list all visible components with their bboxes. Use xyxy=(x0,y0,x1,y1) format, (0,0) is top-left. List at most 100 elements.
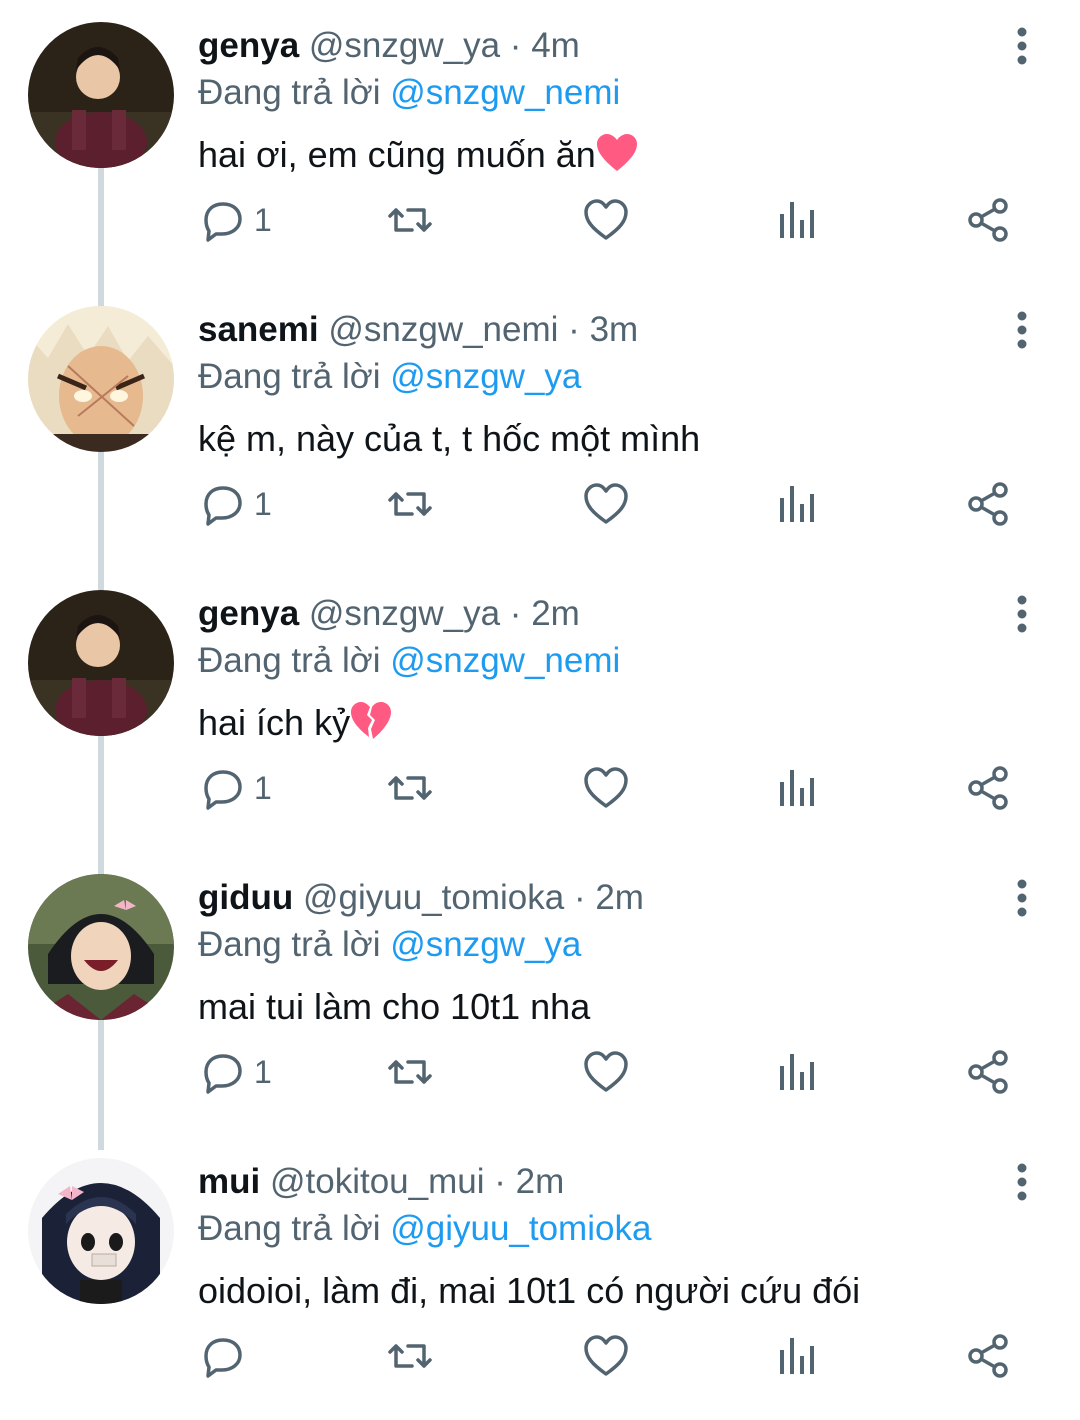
avatar[interactable] xyxy=(28,22,174,168)
like-button[interactable] xyxy=(582,474,630,534)
reply-button[interactable]: 1 xyxy=(198,190,272,250)
views-button[interactable] xyxy=(772,758,820,818)
tweet-text-content: mai tui làm cho 10t1 nha xyxy=(198,986,591,1027)
views-icon xyxy=(780,486,814,522)
display-name[interactable]: genya xyxy=(198,26,299,65)
tweet-actions: 1 xyxy=(198,190,1028,250)
avatar[interactable] xyxy=(28,306,174,452)
tweet[interactable]: genya @snzgw_ya · 4m Đang trả lời @snzgw… xyxy=(0,0,1080,284)
tweet-header: mui @tokitou_mui · 2m xyxy=(198,1160,564,1204)
more-options-button[interactable] xyxy=(1002,1158,1042,1206)
more-icon xyxy=(1017,1163,1027,1201)
retweet-icon xyxy=(388,1060,432,1084)
avatar-image-genya xyxy=(28,22,174,168)
display-name[interactable]: mui xyxy=(198,1162,260,1201)
reply-button[interactable]: 1 xyxy=(198,758,272,818)
separator: · xyxy=(509,594,522,633)
tweet-text: kệ m, này của t, t hốc một mình xyxy=(198,416,700,462)
heart-emoji-icon xyxy=(596,134,637,171)
share-button[interactable] xyxy=(964,474,1012,534)
separator: · xyxy=(494,1162,506,1201)
mention-link[interactable]: @snzgw_nemi xyxy=(390,641,620,680)
views-button[interactable] xyxy=(772,1042,820,1102)
avatar[interactable] xyxy=(28,874,174,1020)
reply-count: 1 xyxy=(254,485,272,522)
retweet-button[interactable] xyxy=(386,758,434,818)
tweet[interactable]: sanemi @snzgw_nemi · 3m Đang trả lời @sn… xyxy=(0,284,1080,568)
views-button[interactable] xyxy=(772,190,820,250)
retweet-button[interactable] xyxy=(386,1042,434,1102)
more-icon xyxy=(1017,311,1027,349)
share-button[interactable] xyxy=(964,758,1012,818)
timestamp[interactable]: 2m xyxy=(531,594,580,633)
views-button[interactable] xyxy=(772,474,820,534)
more-icon xyxy=(1017,879,1027,917)
like-button[interactable] xyxy=(582,758,630,818)
timestamp[interactable]: 3m xyxy=(590,310,639,349)
reply-button[interactable]: 1 xyxy=(198,474,272,534)
reply-count: 1 xyxy=(254,1053,272,1090)
views-icon xyxy=(780,770,814,806)
tweet[interactable]: giduu @giyuu_tomioka · 2m Đang trả lời @… xyxy=(0,852,1080,1136)
mention-link[interactable]: @snzgw_nemi xyxy=(390,73,620,112)
tweet-actions: 1 xyxy=(198,1042,1028,1102)
user-handle[interactable]: @snzgw_ya xyxy=(309,26,500,65)
share-button[interactable] xyxy=(964,190,1012,250)
more-options-button[interactable] xyxy=(1002,306,1042,354)
like-icon xyxy=(584,767,628,808)
timestamp[interactable]: 2m xyxy=(516,1162,565,1201)
like-icon xyxy=(584,1051,628,1092)
tweet-text: hai ích kỷ xyxy=(198,700,392,746)
display-name[interactable]: sanemi xyxy=(198,310,319,349)
timestamp[interactable]: 2m xyxy=(595,878,644,917)
retweet-icon xyxy=(388,776,432,800)
reply-icon xyxy=(204,1054,242,1094)
more-icon xyxy=(1017,27,1027,65)
tweet-text: mai tui làm cho 10t1 nha xyxy=(198,984,590,1030)
mention-link[interactable]: @snzgw_ya xyxy=(390,357,581,396)
separator: · xyxy=(573,878,586,917)
retweet-button[interactable] xyxy=(386,190,434,250)
like-button[interactable] xyxy=(582,190,630,250)
retweet-button[interactable] xyxy=(386,1326,434,1386)
share-icon xyxy=(968,482,1008,526)
broken-heart-emoji-icon xyxy=(351,702,392,739)
share-icon xyxy=(968,198,1008,242)
tweet-text-content: hai ích kỷ xyxy=(198,702,351,743)
timestamp[interactable]: 4m xyxy=(531,26,580,65)
retweet-button[interactable] xyxy=(386,474,434,534)
display-name[interactable]: giduu xyxy=(198,878,293,917)
share-button[interactable] xyxy=(964,1326,1012,1386)
replying-label: Đang trả lời xyxy=(198,641,381,680)
reply-button[interactable]: 1 xyxy=(198,1042,272,1102)
display-name[interactable]: genya xyxy=(198,594,299,633)
avatar-image-genya xyxy=(28,590,174,736)
replying-to: Đang trả lời @snzgw_ya xyxy=(198,355,581,399)
tweet-text-content: hai ơi, em cũng muốn ăn xyxy=(198,134,596,175)
like-button[interactable] xyxy=(582,1326,630,1386)
tweet[interactable]: genya @snzgw_ya · 2m Đang trả lời @snzgw… xyxy=(0,568,1080,852)
mention-link[interactable]: @snzgw_ya xyxy=(390,925,581,964)
user-handle[interactable]: @giyuu_tomioka xyxy=(303,878,564,917)
more-options-button[interactable] xyxy=(1002,590,1042,638)
tweet-text-content: oidoioi, làm đi, mai 10t1 có người cứu đ… xyxy=(198,1270,861,1311)
user-handle[interactable]: @snzgw_nemi xyxy=(328,310,558,349)
more-options-button[interactable] xyxy=(1002,22,1042,70)
reply-button[interactable] xyxy=(198,1326,254,1386)
mention-link[interactable]: @giyuu_tomioka xyxy=(390,1209,651,1248)
retweet-icon xyxy=(388,208,432,232)
user-handle[interactable]: @snzgw_ya xyxy=(309,594,500,633)
tweet[interactable]: mui @tokitou_mui · 2m Đang trả lời @giyu… xyxy=(0,1136,1080,1420)
views-button[interactable] xyxy=(772,1326,820,1386)
avatar[interactable] xyxy=(28,1158,174,1304)
replying-to: Đang trả lời @snzgw_ya xyxy=(198,923,581,967)
like-button[interactable] xyxy=(582,1042,630,1102)
reply-icon xyxy=(204,486,242,526)
avatar[interactable] xyxy=(28,590,174,736)
tweet-text: oidoioi, làm đi, mai 10t1 có người cứu đ… xyxy=(198,1268,860,1314)
share-button[interactable] xyxy=(964,1042,1012,1102)
more-options-button[interactable] xyxy=(1002,874,1042,922)
reply-count: 1 xyxy=(254,201,272,238)
avatar-image-sanemi xyxy=(28,306,174,452)
user-handle[interactable]: @tokitou_mui xyxy=(270,1162,485,1201)
